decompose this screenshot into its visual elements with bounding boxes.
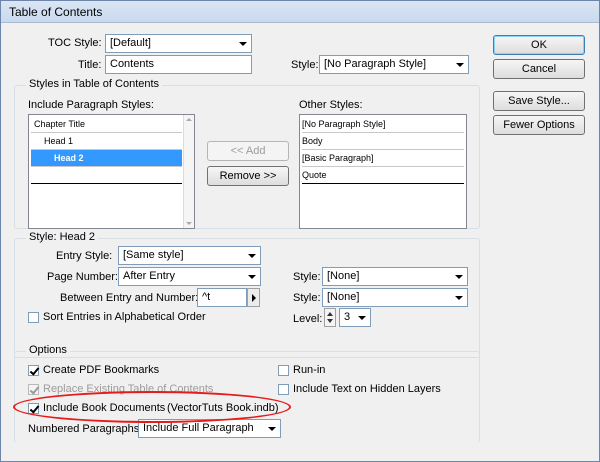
chevron-down-icon (456, 63, 464, 67)
chevron-down-icon (268, 427, 276, 431)
increment-icon[interactable] (327, 312, 333, 316)
highlight-ellipse (13, 391, 291, 423)
list-item[interactable]: Body (302, 133, 464, 150)
numbered-paragraphs-label: Numbered Paragraphs: (28, 423, 143, 435)
toc-style-select[interactable]: [Default] (105, 34, 252, 53)
entry-style-value: [Same style] (123, 249, 184, 261)
toc-style-label: TOC Style: (48, 37, 102, 49)
style-head-group-title: Style: Head 2 (26, 231, 99, 244)
list-item (31, 167, 182, 184)
special-chars-button[interactable] (247, 288, 260, 307)
save-style-button[interactable]: Save Style... (493, 91, 585, 111)
cancel-button[interactable]: Cancel (493, 59, 585, 79)
title-bar[interactable]: Table of Contents (1, 1, 599, 23)
options-group-title: Options (26, 344, 70, 357)
hidden-layers-checkbox[interactable] (278, 384, 289, 395)
window-title: Table of Contents (9, 5, 103, 19)
toc-dialog: Table of Contents TOC Style: [Default] T… (0, 0, 600, 462)
create-pdf-checkbox[interactable] (28, 365, 39, 376)
title-style-label: Style: (291, 59, 319, 71)
run-in-checkbox[interactable] (278, 365, 289, 376)
between-style-select[interactable]: [None] (322, 288, 468, 307)
list-item[interactable]: [Basic Paragraph] (302, 150, 464, 167)
title-label: Title: (78, 59, 102, 71)
hidden-layers-label: Include Text on Hidden Layers (293, 383, 441, 395)
between-style-label: Style: (293, 292, 321, 304)
dialog-body: TOC Style: [Default] Title: Contents Sty… (1, 23, 599, 461)
chevron-down-icon (248, 254, 256, 258)
title-style-select[interactable]: [No Paragraph Style] (319, 55, 469, 74)
between-entry-value: ^t (202, 291, 211, 303)
list-item[interactable]: Chapter Title (31, 116, 182, 133)
list-item[interactable]: Head 1 (31, 133, 182, 150)
chevron-down-icon (358, 316, 366, 320)
fewer-options-button[interactable]: Fewer Options (493, 115, 585, 135)
add-button[interactable]: << Add (207, 141, 289, 161)
page-number-style-value: [None] (327, 270, 360, 282)
level-label: Level: (293, 313, 323, 325)
page-number-select[interactable]: After Entry (118, 267, 261, 286)
include-styles-label: Include Paragraph Styles: (28, 99, 154, 111)
page-number-style-select[interactable]: [None] (322, 267, 468, 286)
title-style-value: [No Paragraph Style] (324, 58, 427, 70)
ok-button[interactable]: OK (493, 35, 585, 55)
page-number-value: After Entry (123, 270, 175, 282)
sort-entries-checkbox[interactable] (28, 312, 39, 323)
toc-style-value: [Default] (110, 37, 151, 49)
chevron-down-icon (248, 275, 256, 279)
numbered-paragraphs-value: Include Full Paragraph (143, 422, 254, 434)
styles-in-toc-group-title: Styles in Table of Contents (26, 78, 163, 91)
scroll-down-icon[interactable] (186, 222, 192, 225)
other-styles-list[interactable]: [No Paragraph Style] Body [Basic Paragra… (299, 114, 467, 229)
include-styles-list[interactable]: Chapter Title Head 1 Head 2 (28, 114, 195, 229)
play-arrow-icon (252, 294, 256, 302)
list-item[interactable]: Head 2 (31, 150, 182, 167)
replace-toc-checkbox[interactable] (28, 384, 39, 395)
create-pdf-label: Create PDF Bookmarks (43, 364, 160, 376)
chevron-down-icon (239, 42, 247, 46)
entry-style-select[interactable]: [Same style] (118, 246, 261, 265)
list-item[interactable]: Quote (302, 167, 464, 184)
chevron-down-icon (455, 275, 463, 279)
between-entry-input[interactable]: ^t (197, 288, 247, 307)
entry-style-label: Entry Style: (56, 250, 113, 262)
chevron-down-icon (455, 296, 463, 300)
list-item[interactable]: [No Paragraph Style] (302, 116, 464, 133)
level-spinner[interactable] (324, 308, 336, 327)
sort-entries-label: Sort Entries in Alphabetical Order (43, 311, 206, 323)
title-input-value: Contents (110, 58, 155, 70)
other-styles-label: Other Styles: (299, 99, 363, 111)
between-style-value: [None] (327, 291, 360, 303)
run-in-label: Run-in (293, 364, 326, 376)
scroll-up-icon[interactable] (186, 118, 192, 121)
remove-button[interactable]: Remove >> (207, 166, 289, 186)
page-number-label: Page Number: (47, 271, 118, 283)
level-value: 3 (344, 311, 351, 323)
decrement-icon[interactable] (327, 319, 333, 323)
between-entry-label: Between Entry and Number: (60, 292, 199, 304)
title-input[interactable]: Contents (105, 55, 252, 74)
page-number-style-label: Style: (293, 271, 321, 283)
include-styles-scrollbar[interactable] (183, 115, 194, 228)
level-select[interactable]: 3 (339, 308, 371, 327)
